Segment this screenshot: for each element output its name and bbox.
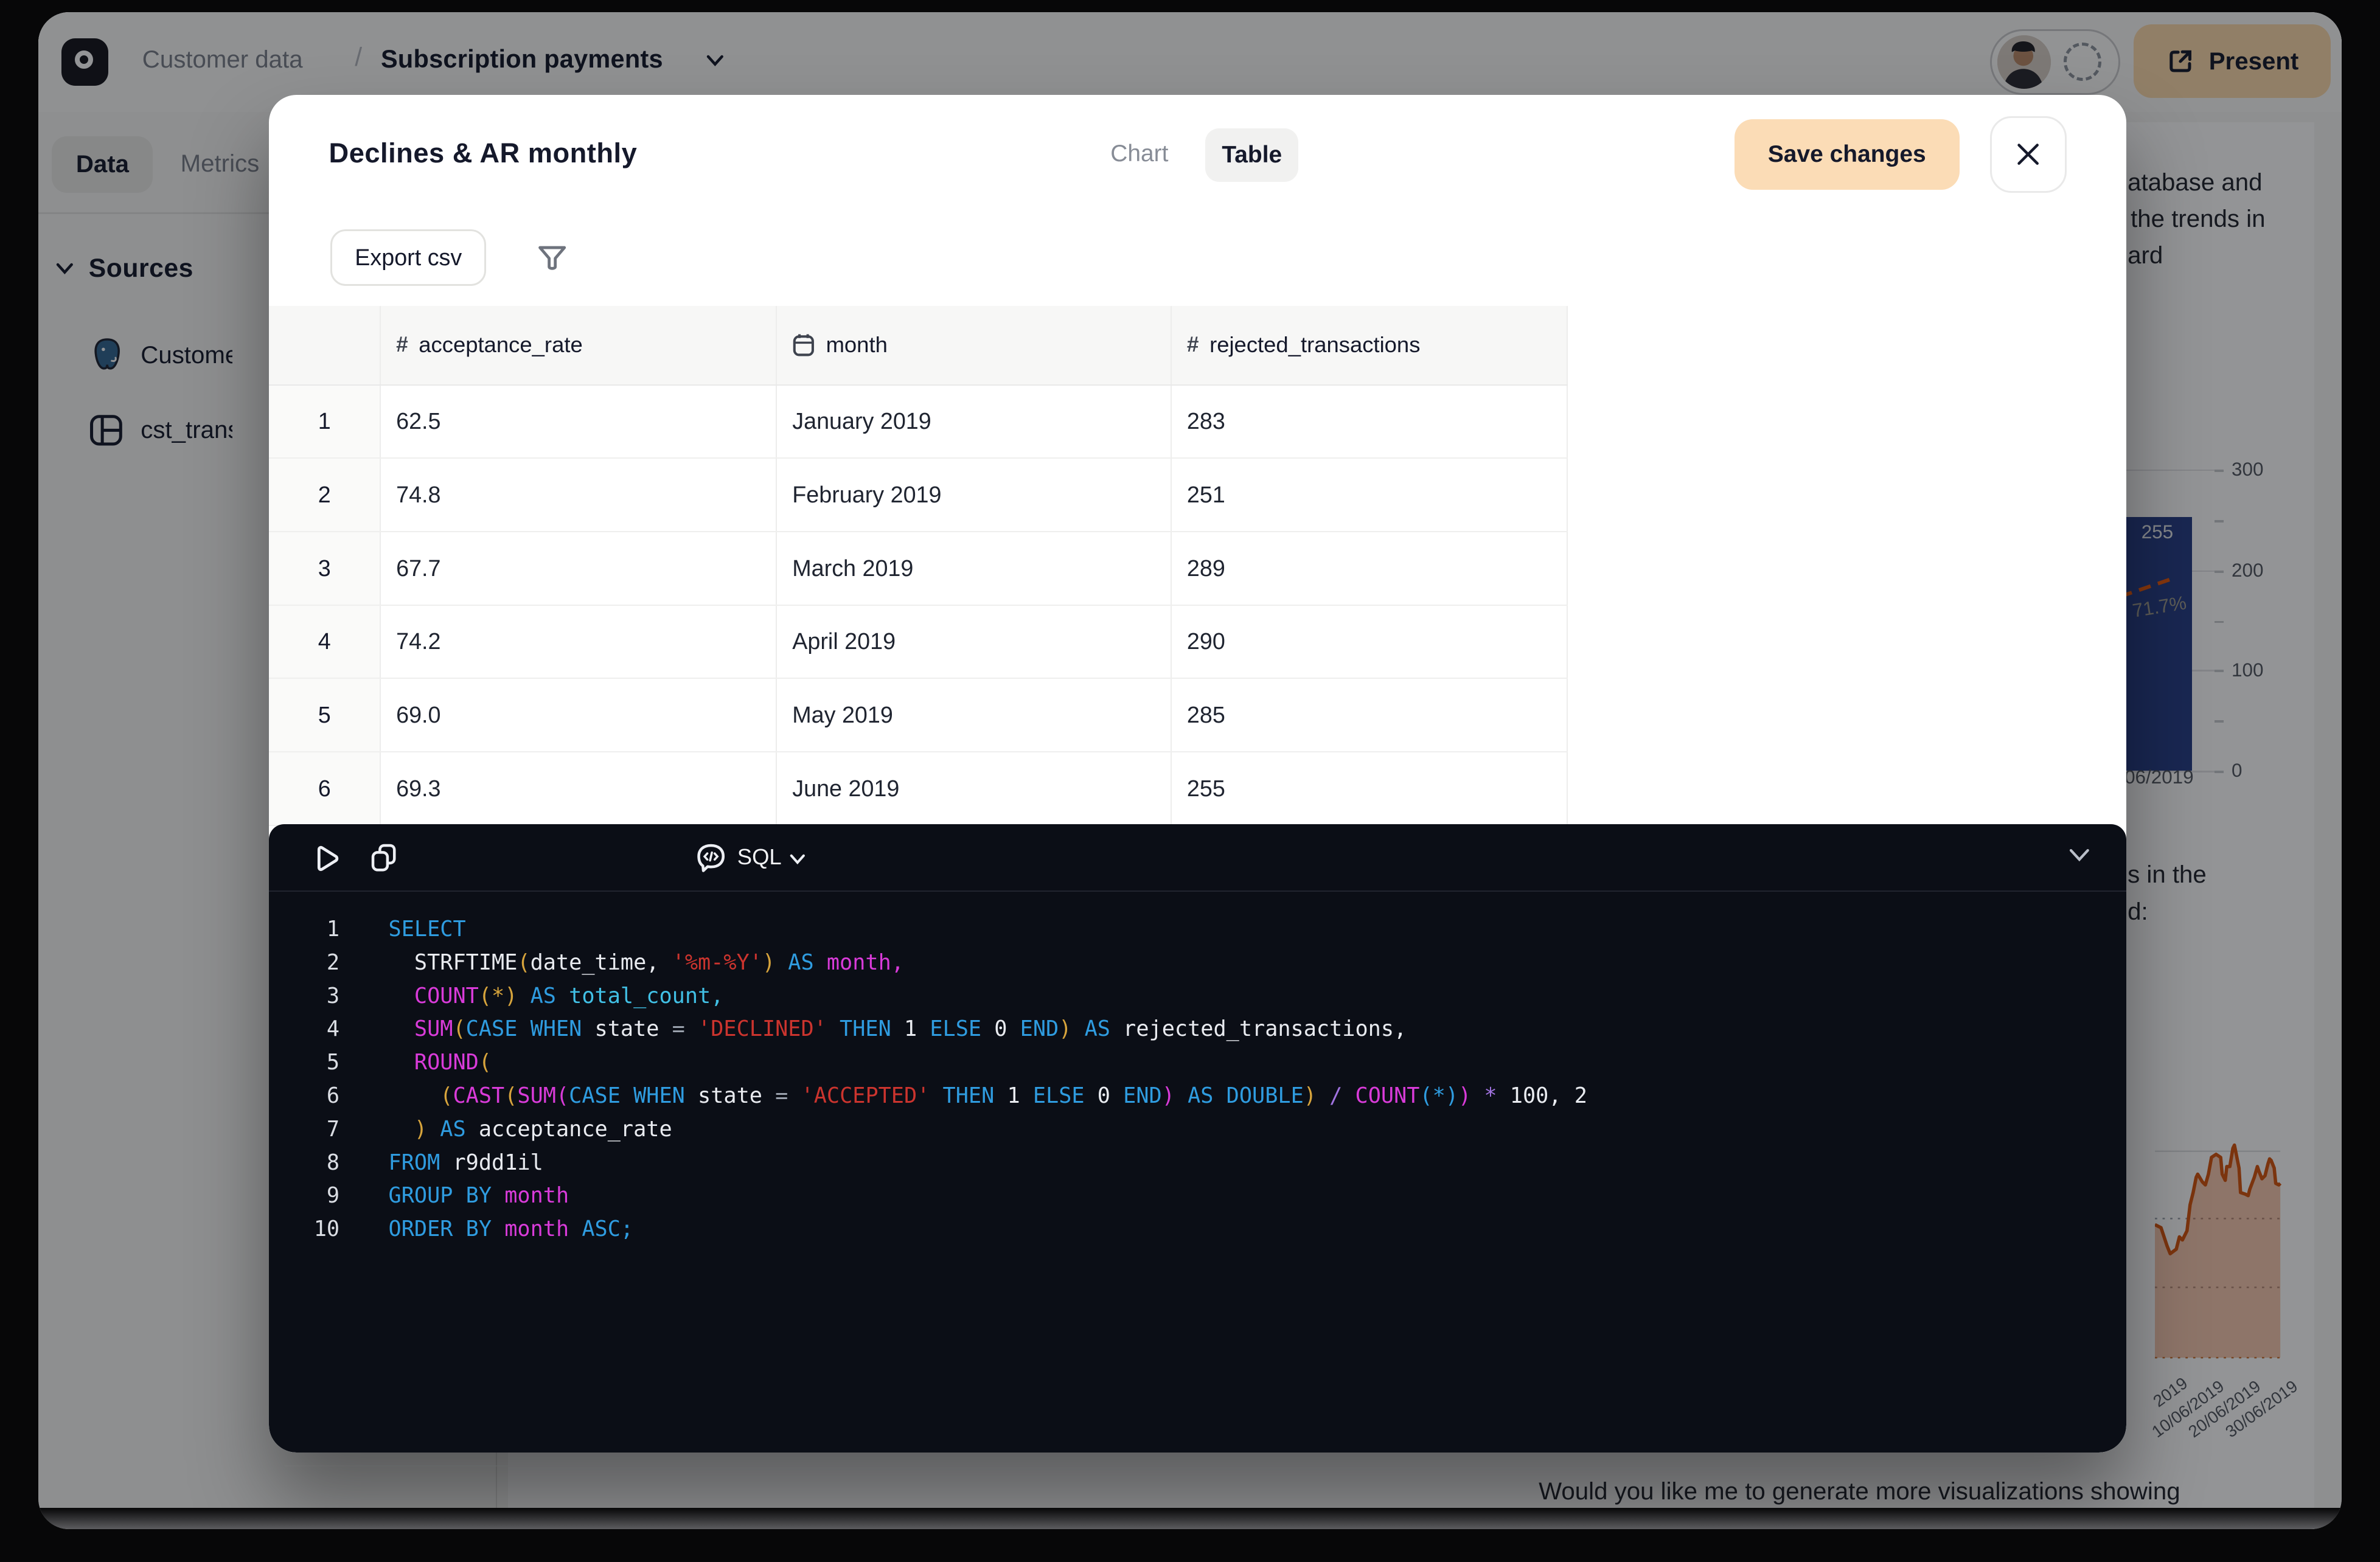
table-row[interactable]: 669.3June 2019255 — [269, 752, 1567, 826]
line-number: 6 — [269, 1080, 339, 1113]
sql-code-line: 3 COUNT(*) AS total_count, — [269, 980, 1587, 1013]
table-cell[interactable]: February 2019 — [777, 459, 1172, 531]
table-cell[interactable]: 285 — [1172, 679, 1568, 751]
table-row[interactable]: 474.2April 2019290 — [269, 606, 1567, 679]
line-number: 4 — [269, 1013, 339, 1046]
chevron-down-icon[interactable] — [789, 853, 806, 866]
calendar-icon — [792, 333, 815, 357]
close-icon — [2014, 141, 2042, 168]
table-cell[interactable]: 4 — [269, 606, 381, 678]
line-number: 7 — [269, 1113, 339, 1147]
line-number: 8 — [269, 1147, 339, 1180]
table-cell[interactable]: 3 — [269, 532, 381, 605]
sql-language-label[interactable]: SQL — [737, 844, 782, 870]
table-body: 162.5January 2019283274.8February 201925… — [269, 386, 1567, 826]
sql-code-line: 8FROM r9dd1il — [269, 1147, 1587, 1180]
export-csv-button[interactable]: Export csv — [330, 229, 486, 286]
table-cell[interactable]: 62.5 — [381, 386, 777, 458]
table-cell[interactable]: 5 — [269, 679, 381, 751]
app-window: Customer data / Subscription payments Pr… — [38, 12, 2342, 1529]
sql-code-line: 9GROUP BY month — [269, 1179, 1587, 1213]
results-table: # acceptance_rate month # rejected_trans… — [269, 306, 1567, 826]
toggle-table[interactable]: Table — [1205, 128, 1298, 182]
copy-icon[interactable] — [370, 842, 397, 873]
table-cell[interactable]: 289 — [1172, 532, 1568, 605]
table-cell[interactable]: 1 — [269, 386, 381, 458]
screen: Customer data / Subscription payments Pr… — [0, 0, 2380, 1561]
line-number: 10 — [269, 1213, 339, 1246]
table-cell[interactable]: January 2019 — [777, 386, 1172, 458]
modal-title: Declines & AR monthly — [329, 137, 638, 169]
sql-code[interactable]: 1SELECT2 STRFTIME(date_time, '%m-%Y') AS… — [269, 913, 1587, 1246]
sql-code-line: 4 SUM(CASE WHEN state = 'DECLINED' THEN … — [269, 1013, 1587, 1046]
column-header-acceptance-rate[interactable]: # acceptance_rate — [381, 306, 777, 384]
table-cell[interactable]: June 2019 — [777, 752, 1172, 825]
table-header-row: # acceptance_rate month # rejected_trans… — [269, 306, 1567, 386]
table-row[interactable]: 367.7March 2019289 — [269, 532, 1567, 606]
table-row[interactable]: 162.5January 2019283 — [269, 386, 1567, 459]
sql-code-line: 1SELECT — [269, 913, 1587, 946]
table-cell[interactable]: 251 — [1172, 459, 1568, 531]
numeric-type-icon: # — [1187, 333, 1199, 357]
sql-code-line: 6 (CAST(SUM(CASE WHEN state = 'ACCEPTED'… — [269, 1080, 1587, 1113]
table-cell[interactable]: 74.2 — [381, 606, 777, 678]
numeric-type-icon: # — [396, 333, 408, 357]
table-cell[interactable]: 69.0 — [381, 679, 777, 751]
code-language-icon[interactable] — [694, 842, 728, 876]
column-header-rejected-transactions[interactable]: # rejected_transactions — [1172, 306, 1568, 384]
window-shadow — [38, 1508, 2342, 1529]
table-cell[interactable]: 255 — [1172, 752, 1568, 825]
table-cell[interactable]: 69.3 — [381, 752, 777, 825]
table-cell[interactable]: May 2019 — [777, 679, 1172, 751]
line-number: 9 — [269, 1179, 339, 1213]
table-cell[interactable]: 74.8 — [381, 459, 777, 531]
table-row[interactable]: 274.8February 2019251 — [269, 459, 1567, 532]
visual-editor-modal: Declines & AR monthly Chart Table Save c… — [269, 95, 2126, 1453]
sql-toolbar: SQL — [269, 824, 2126, 892]
line-number: 1 — [269, 913, 339, 946]
toggle-chart[interactable]: Chart — [1110, 141, 1168, 167]
table-row[interactable]: 569.0May 2019285 — [269, 679, 1567, 752]
sql-code-line: 2 STRFTIME(date_time, '%m-%Y') AS month, — [269, 946, 1587, 980]
table-cell[interactable]: 2 — [269, 459, 381, 531]
collapse-panel-icon[interactable] — [2068, 847, 2091, 863]
table-cell[interactable]: March 2019 — [777, 532, 1172, 605]
table-cell[interactable]: 67.7 — [381, 532, 777, 605]
column-header-month[interactable]: month — [777, 306, 1172, 384]
close-button[interactable] — [1990, 116, 2067, 193]
table-cell[interactable]: 6 — [269, 752, 381, 825]
row-number-header — [269, 306, 381, 384]
table-cell[interactable]: 283 — [1172, 386, 1568, 458]
save-changes-button[interactable]: Save changes — [1735, 119, 1960, 190]
sql-code-line: 5 ROUND( — [269, 1046, 1587, 1080]
line-number: 5 — [269, 1046, 339, 1080]
table-cell[interactable]: April 2019 — [777, 606, 1172, 678]
filter-icon[interactable] — [535, 241, 569, 275]
sql-code-line: 10ORDER BY month ASC; — [269, 1213, 1587, 1246]
sql-panel: SQL 1SELECT2 STRFTIME(date_time, '%m-%Y'… — [269, 824, 2126, 1453]
line-number: 2 — [269, 946, 339, 980]
line-number: 3 — [269, 980, 339, 1013]
table-cell[interactable]: 290 — [1172, 606, 1568, 678]
sql-code-line: 7 ) AS acceptance_rate — [269, 1113, 1587, 1147]
run-query-icon[interactable] — [312, 842, 339, 873]
